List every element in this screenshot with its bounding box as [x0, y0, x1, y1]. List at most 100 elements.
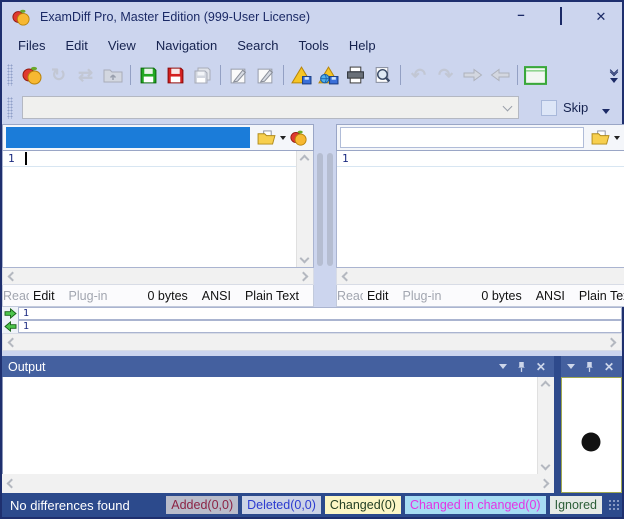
right-browse-button[interactable] — [591, 130, 620, 145]
right-path-field[interactable] — [340, 127, 584, 148]
map-pin-icon[interactable] — [585, 361, 594, 373]
right-editor[interactable]: 1 — [337, 151, 624, 267]
undo-icon[interactable]: ↶ — [405, 63, 432, 87]
skip-dropdown-icon[interactable] — [602, 109, 610, 114]
left-current-line[interactable]: 1 — [18, 307, 622, 320]
left-status-encoding[interactable]: ANSI — [202, 289, 231, 303]
right-status-edit[interactable]: Edit — [367, 289, 389, 303]
output-close-icon[interactable]: ✕ — [536, 361, 546, 373]
scroll-right-icon[interactable] — [539, 479, 549, 489]
menu-bar: Files Edit View Navigation Search Tools … — [2, 31, 622, 59]
menu-navigation[interactable]: Navigation — [146, 34, 227, 57]
combobox-chevron-icon[interactable] — [496, 106, 518, 110]
changed-in-changed-count-badge[interactable]: Changed in changed(0) — [405, 496, 546, 514]
menu-files[interactable]: Files — [8, 34, 55, 57]
right-pane-header — [336, 124, 624, 151]
added-count-badge[interactable]: Added(0,0) — [166, 496, 238, 514]
right-status-readonly[interactable]: Read — [337, 289, 363, 303]
toolbar-drag-handle[interactable] — [7, 64, 13, 86]
redo-icon[interactable]: ↷ — [432, 63, 459, 87]
output-pin-icon[interactable] — [517, 361, 526, 373]
compare-button[interactable] — [18, 63, 45, 87]
panes-view-button[interactable] — [522, 63, 549, 87]
scroll-right-icon[interactable] — [607, 337, 617, 347]
right-current-line[interactable]: 1 — [18, 320, 622, 333]
output-vertical-scrollbar[interactable] — [537, 377, 554, 474]
scroll-down-icon[interactable] — [300, 254, 310, 264]
left-status-edit[interactable]: Edit — [33, 289, 55, 303]
recompare-icon[interactable]: ↻ — [45, 63, 72, 87]
scroll-left-icon[interactable] — [8, 271, 18, 281]
scroll-up-icon[interactable] — [541, 381, 551, 391]
right-status-syntax[interactable]: Plain Text — [579, 289, 624, 303]
copy-to-right-icon[interactable] — [2, 307, 18, 320]
save-all-icon[interactable] — [189, 63, 216, 87]
left-vertical-scrollbar[interactable] — [296, 151, 313, 267]
left-path-field[interactable] — [6, 127, 250, 148]
output-content[interactable] — [3, 377, 537, 474]
scroll-up-icon[interactable] — [300, 155, 310, 165]
menu-view[interactable]: View — [98, 34, 146, 57]
status-bar: No differences found Added(0,0) Deleted(… — [2, 493, 622, 517]
spherical-map-view[interactable] — [561, 377, 622, 493]
save-differences-button[interactable] — [288, 63, 315, 87]
menu-search[interactable]: Search — [227, 34, 288, 57]
left-compare-icon[interactable] — [290, 129, 307, 146]
left-horizontal-scrollbar[interactable] — [2, 268, 314, 285]
next-difference-icon[interactable] — [459, 63, 486, 87]
menu-help[interactable]: Help — [339, 34, 386, 57]
save-first-button[interactable] — [135, 63, 162, 87]
save-differences-html-button[interactable] — [315, 63, 342, 87]
left-status-readonly[interactable]: Read — [3, 289, 29, 303]
right-pane-statusbar: Read Edit Plug-in 0 bytes ANSI Plain Tex… — [336, 285, 624, 307]
print-preview-button[interactable] — [369, 63, 396, 87]
right-line-number: 1 — [337, 152, 359, 165]
right-horizontal-scrollbar[interactable] — [336, 268, 624, 285]
output-menu-dropdown-icon[interactable] — [499, 364, 507, 369]
scroll-right-icon[interactable] — [298, 271, 308, 281]
toolbar2-drag-handle[interactable] — [7, 97, 13, 119]
scroll-left-icon[interactable] — [7, 479, 17, 489]
panel-splitter[interactable] — [554, 356, 561, 493]
map-close-icon[interactable]: ✕ — [604, 361, 614, 373]
skip-checkbox[interactable] — [541, 100, 557, 116]
right-status-encoding[interactable]: ANSI — [536, 289, 565, 303]
deleted-count-badge[interactable]: Deleted(0,0) — [242, 496, 321, 514]
previous-difference-icon[interactable] — [486, 63, 513, 87]
output-panel-title: Output — [8, 360, 499, 374]
output-horizontal-scrollbar[interactable] — [2, 474, 554, 493]
map-menu-dropdown-icon[interactable] — [567, 364, 575, 369]
scroll-left-icon[interactable] — [341, 271, 351, 281]
ignored-badge[interactable]: Ignored — [550, 496, 602, 514]
right-browse-dropdown-icon[interactable] — [614, 136, 620, 140]
minimize-button[interactable]: – — [514, 10, 528, 24]
bottom-panels: Output ✕ — [2, 356, 622, 493]
left-browse-dropdown-icon[interactable] — [280, 136, 286, 140]
diff-overview-bars[interactable] — [314, 151, 336, 268]
diff-options-combobox[interactable] — [22, 96, 519, 119]
scroll-left-icon[interactable] — [8, 337, 18, 347]
menu-edit[interactable]: Edit — [55, 34, 97, 57]
left-status-syntax[interactable]: Plain Text — [245, 289, 299, 303]
copy-to-left-icon[interactable] — [2, 320, 18, 333]
print-button[interactable] — [342, 63, 369, 87]
open-folder-icon[interactable] — [99, 63, 126, 87]
changed-count-badge[interactable]: Changed(0) — [325, 496, 401, 514]
edit-second-file-icon[interactable] — [252, 63, 279, 87]
right-status-plugin[interactable]: Plug-in — [402, 289, 441, 303]
resize-grip[interactable] — [608, 499, 620, 511]
toolbar-overflow-chevron[interactable] — [611, 67, 617, 75]
swap-panes-icon[interactable]: ⇄ — [72, 63, 99, 87]
left-browse-button[interactable] — [257, 130, 286, 145]
left-editor[interactable]: 1 — [3, 151, 296, 267]
merge-horizontal-scrollbar[interactable] — [2, 333, 622, 351]
left-status-plugin[interactable]: Plug-in — [69, 289, 108, 303]
menu-tools[interactable]: Tools — [288, 34, 338, 57]
maximize-button[interactable] — [554, 9, 568, 24]
edit-first-file-icon[interactable] — [225, 63, 252, 87]
toolbar-options-dropdown[interactable] — [610, 78, 618, 83]
left-line-number: 1 — [3, 152, 25, 165]
scroll-down-icon[interactable] — [541, 461, 551, 471]
close-button[interactable]: ✕ — [594, 9, 608, 25]
save-second-button[interactable] — [162, 63, 189, 87]
